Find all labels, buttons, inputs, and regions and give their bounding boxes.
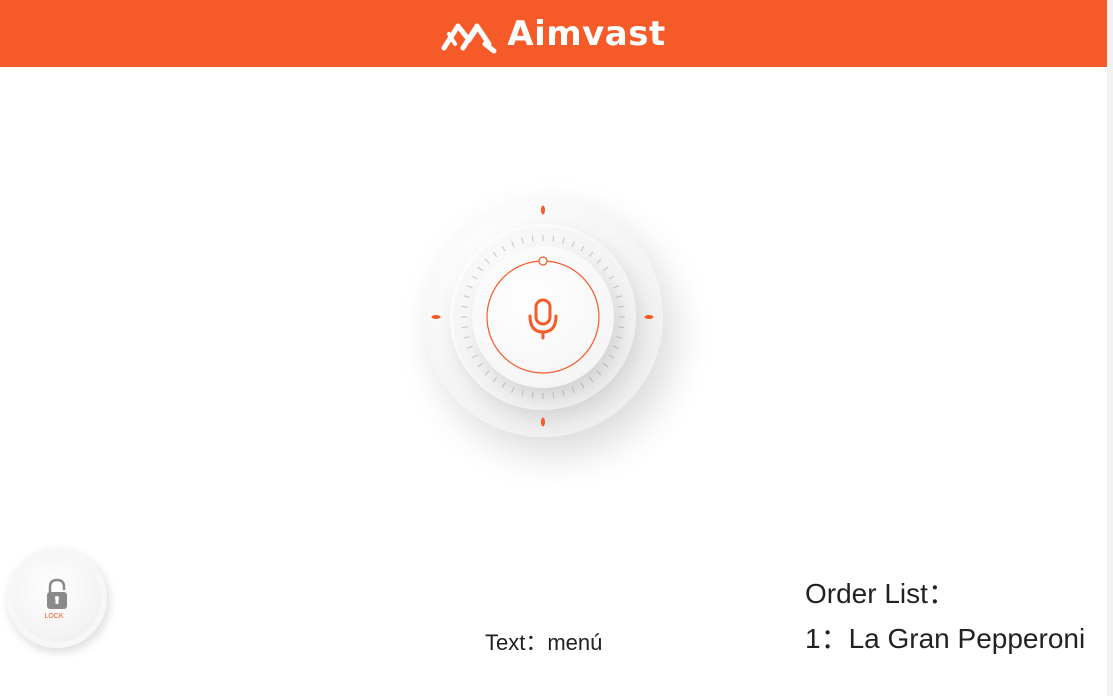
voice-order-screen: Aimvast LOCK Text：menú Order List： 1：La …: [0, 0, 1113, 696]
progress-ring: [486, 260, 600, 374]
order-list-title: Order List：: [805, 578, 956, 609]
mic-graphic: [486, 256, 600, 374]
brand: Aimvast: [441, 14, 666, 54]
scrollbar-track[interactable]: [1107, 0, 1113, 696]
app-header: Aimvast: [0, 0, 1107, 67]
padlock-icon: [47, 578, 67, 609]
microphone-button[interactable]: [472, 246, 614, 388]
recognized-text: Text：menú: [485, 630, 603, 655]
microphone-icon: [528, 298, 558, 340]
brand-name: Aimvast: [507, 13, 666, 54]
progress-knob: [538, 256, 548, 266]
order-list: Order List： 1：La Gran Pepperoni: [805, 571, 1085, 661]
lock-button[interactable]: LOCK: [7, 548, 107, 648]
lock-label: LOCK: [44, 613, 64, 620]
aimvast-logo-icon: [441, 23, 497, 53]
order-list-item: 1：La Gran Pepperoni: [805, 623, 1086, 654]
